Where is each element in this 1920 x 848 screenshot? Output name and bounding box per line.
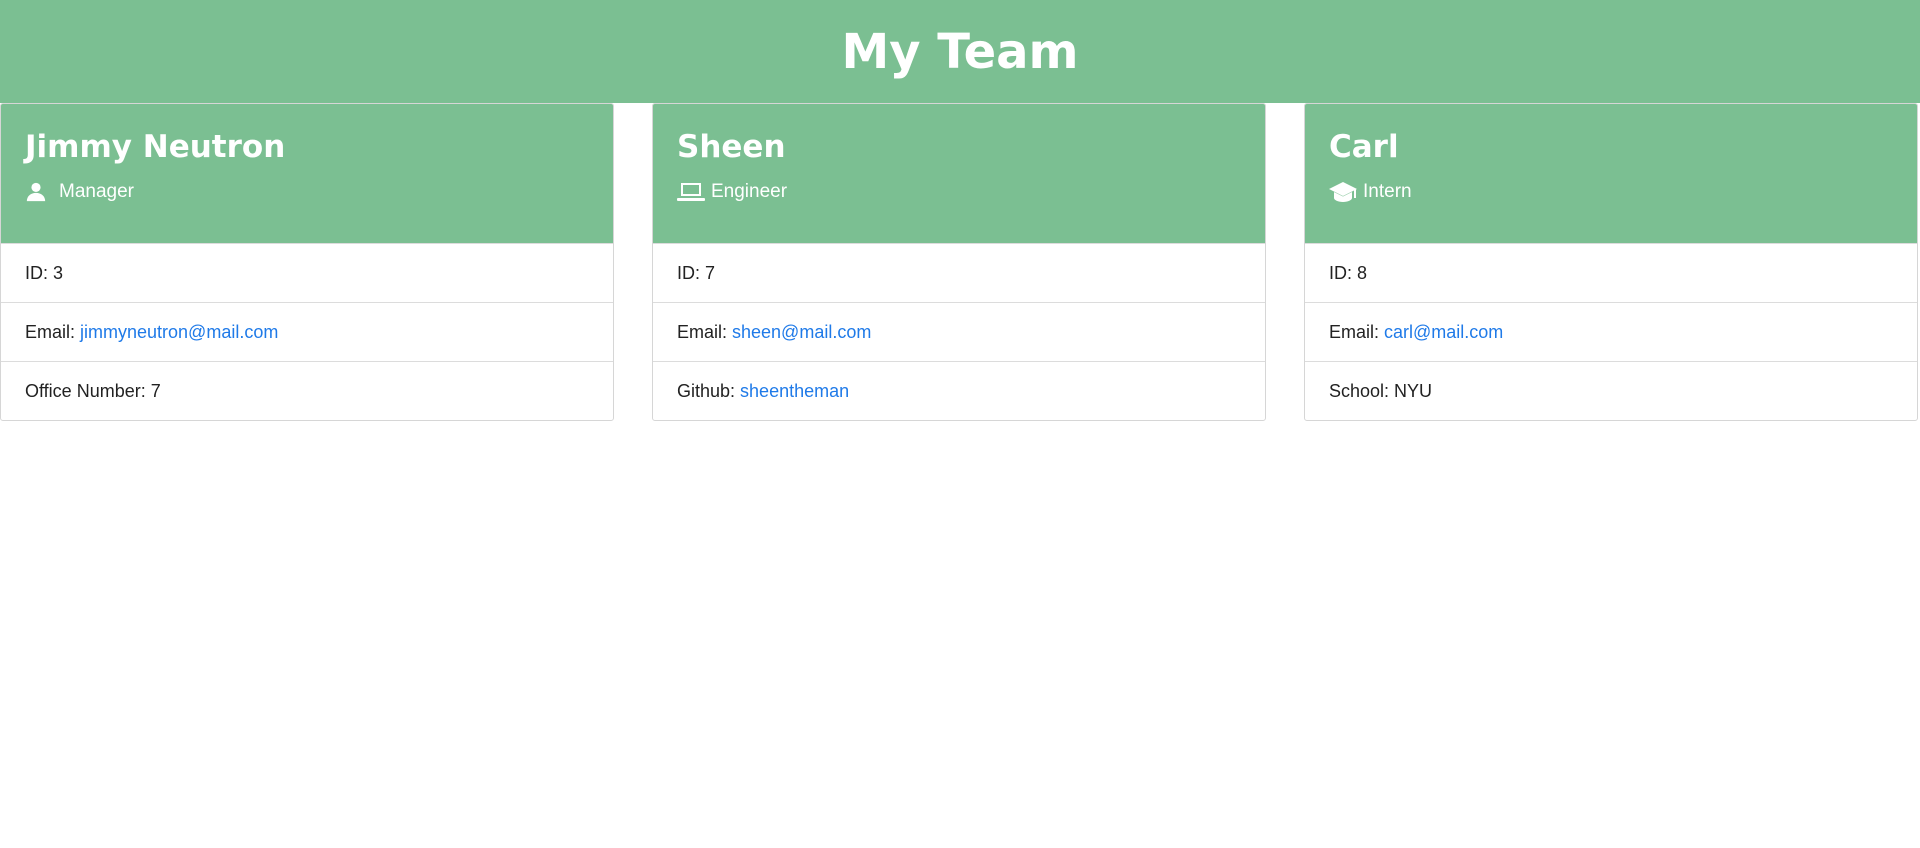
employee-role: Intern [1329, 180, 1893, 204]
person-icon [25, 180, 53, 204]
email-link[interactable]: sheen@mail.com [732, 322, 871, 343]
employee-name: Jimmy Neutron [25, 129, 286, 165]
employee-name: Sheen [677, 129, 786, 165]
graduation-cap-icon [1329, 180, 1357, 204]
card-header: Carl Intern [1305, 104, 1917, 243]
email-label: Email: [677, 321, 728, 342]
page-header: My Team [0, 0, 1920, 103]
role-label: Manager [59, 181, 134, 202]
id-row: ID: 7 [653, 243, 1265, 302]
school-row: School: NYU [1305, 361, 1917, 420]
email-label: Email: [25, 321, 76, 342]
office-number-row: Office Number: 7 [1, 361, 613, 420]
id-row: ID: 3 [1, 243, 613, 302]
laptop-icon [677, 180, 705, 204]
employee-name: Carl [1329, 129, 1399, 165]
employee-role: Engineer [677, 180, 1241, 204]
page-title: My Team [841, 23, 1079, 80]
email-row: Email: carl@mail.com [1305, 302, 1917, 361]
office-number-text: Office Number: 7 [25, 380, 161, 401]
card-header: Sheen Engineer [653, 104, 1265, 243]
employee-card-manager: Jimmy Neutron Manager ID: 3 Email: jimmy… [0, 103, 614, 421]
school-text: School: NYU [1329, 380, 1433, 401]
id-row: ID: 8 [1305, 243, 1917, 302]
role-label: Engineer [711, 181, 788, 202]
employee-role: Manager [25, 180, 589, 204]
id-text: ID: 7 [677, 262, 716, 283]
id-text: ID: 8 [1329, 262, 1368, 283]
email-row: Email: sheen@mail.com [653, 302, 1265, 361]
employee-card-intern: Carl Intern ID: 8 Email: carl@mail.com S… [1304, 103, 1918, 421]
role-label: Intern [1363, 181, 1412, 202]
email-row: Email: jimmyneutron@mail.com [1, 302, 613, 361]
email-link[interactable]: carl@mail.com [1384, 322, 1503, 343]
id-text: ID: 3 [25, 262, 64, 283]
github-label: Github: [677, 380, 736, 401]
github-row: Github: sheentheman [653, 361, 1265, 420]
email-link[interactable]: jimmyneutron@mail.com [80, 322, 278, 343]
email-label: Email: [1329, 321, 1380, 342]
github-link[interactable]: sheentheman [740, 381, 849, 402]
employee-card-engineer: Sheen Engineer ID: 7 Email: sheen@mail.c… [652, 103, 1266, 421]
card-header: Jimmy Neutron Manager [1, 104, 613, 243]
